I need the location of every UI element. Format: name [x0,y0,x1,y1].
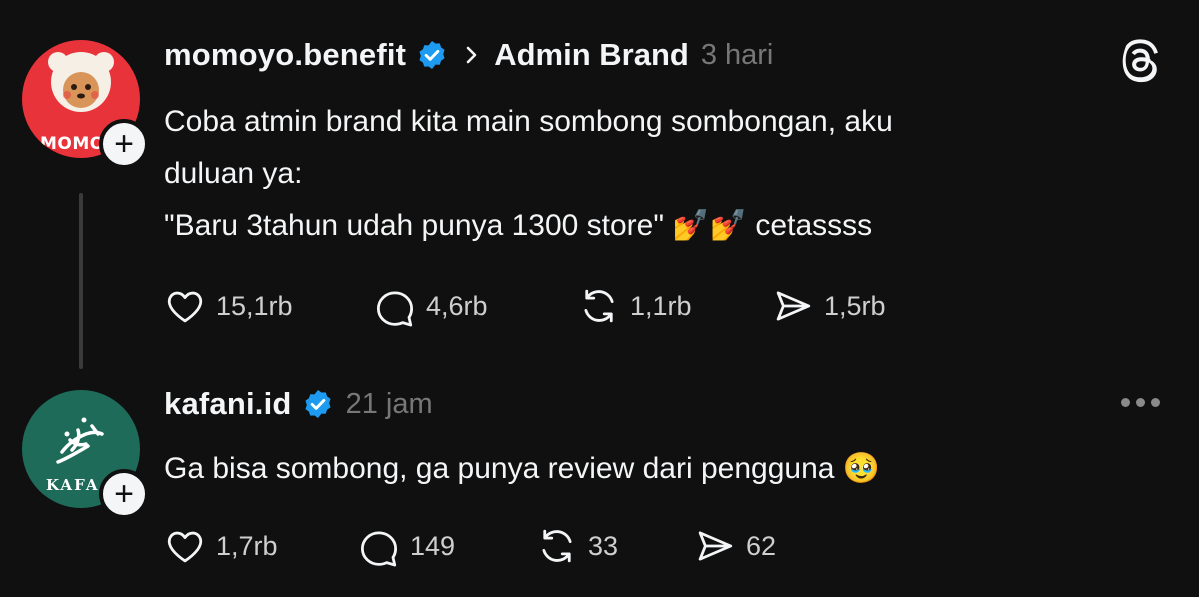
like-count: 1,7rb [216,530,278,561]
send-icon [698,531,733,561]
post-text-line: duluan ya: [164,157,303,190]
momoyo-avatar-text: MOMO [40,134,105,154]
dot [1151,398,1160,407]
heart-icon [167,531,203,563]
repost-count: 33 [588,530,619,561]
post-time: 3 hari [700,38,774,71]
tail-text: cetassss [755,209,873,242]
post-body: Ga bisa sombong, ga punya review dari pe… [164,443,880,495]
verified-badge-icon [305,390,331,418]
comment-icon [376,291,414,327]
reply-button[interactable]: 149 [358,526,456,567]
repost-button[interactable]: 33 [536,526,618,566]
thread-connector-line [79,193,83,369]
post-time: 21 jam [345,387,433,420]
repost-icon [584,289,614,323]
avatar-momoyo[interactable]: MOMO + [22,40,149,169]
dot [1121,398,1130,407]
share-button[interactable]: 1,5rb [772,286,886,326]
like-count: 15,1rb [216,290,293,321]
username[interactable]: kafani.id [164,386,292,422]
share-count: 1,5rb [824,290,886,321]
reply-count: 4,6rb [426,290,488,321]
like-button[interactable]: 1,7rb [164,526,278,566]
comment-icon [360,531,398,567]
avatar-kafani[interactable]: KAFA + [22,390,149,519]
heart-icon [167,291,203,323]
post-header: kafani.id 21 jam [164,384,433,424]
post-text-line: Ga bisa sombong, ga punya review dari pe… [164,452,835,485]
username[interactable]: momoyo.benefit [164,37,406,73]
verified-badge-icon [419,41,445,69]
send-icon [776,291,811,321]
post-text-line: Coba atmin brand kita main sombong sombo… [164,105,893,138]
like-button[interactable]: 15,1rb [164,286,293,326]
post-text-line: "Baru 3tahun udah punya 1300 store" 💅💅 c… [164,200,893,252]
dot [1136,398,1145,407]
pleading-face-emoji: 🥹 [842,452,881,485]
kafani-avatar-text: KAFA [46,476,100,494]
threads-logo-icon[interactable] [1117,37,1165,85]
post-body: Coba atmin brand kita main sombong sombo… [164,96,893,252]
share-count: 62 [746,530,777,561]
repost-button[interactable]: 1,1rb [578,286,692,326]
quote-text: "Baru 3tahun udah punya 1300 store" [164,209,665,242]
follow-plus-button[interactable]: + [99,469,149,519]
more-options-icon[interactable] [1121,398,1160,407]
reply-button[interactable]: 4,6rb [374,286,488,327]
follow-plus-button[interactable]: + [99,119,149,169]
repost-icon [542,529,572,563]
nail-polish-emoji: 💅💅 [672,209,748,242]
reply-count: 149 [410,530,456,561]
repost-count: 1,1rb [630,290,692,321]
post-header: momoyo.benefit Admin Brand 3 hari [164,35,773,75]
share-button[interactable]: 62 [694,526,776,566]
chevron-right-icon [466,46,477,64]
topic-tag[interactable]: Admin Brand [494,37,689,73]
